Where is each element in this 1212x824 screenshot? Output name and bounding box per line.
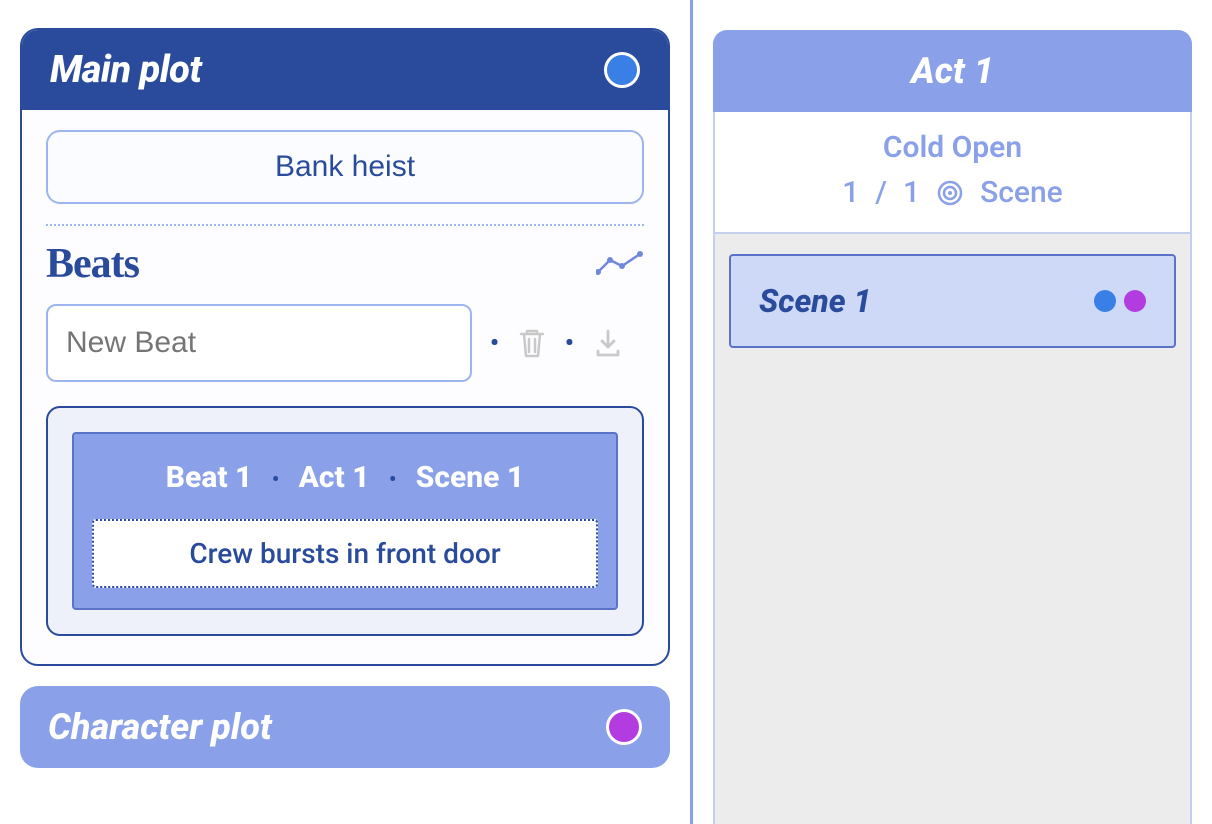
new-beat-input[interactable] (46, 304, 472, 382)
scene-dot-character (1124, 290, 1146, 312)
right-column: Act 1 Cold Open 1 / 1 Scene Scene 1 (693, 0, 1212, 824)
act-title: Act 1 (723, 50, 1182, 92)
breadcrumb-scene: Scene 1 (416, 460, 524, 495)
scene-plot-dots (1094, 290, 1146, 312)
beats-header-row: Beats (46, 240, 644, 288)
act-meta: Cold Open 1 / 1 Scene (713, 112, 1192, 234)
main-plot-title: Main plot (50, 48, 202, 92)
scene-unit: Scene (980, 175, 1063, 210)
beat-card-inner: Beat 1 • Act 1 • Scene 1 Crew bursts in … (72, 432, 618, 610)
scene-current: 1 (842, 175, 859, 210)
scene-total: 1 (903, 175, 920, 210)
scene-dot-main (1094, 290, 1116, 312)
main-plot-body: Beats • (22, 110, 668, 664)
act-counts: 1 / 1 Scene (725, 175, 1180, 210)
target-icon[interactable] (936, 179, 964, 207)
breadcrumb-sep: • (272, 467, 279, 491)
beats-label: Beats (46, 240, 139, 288)
breadcrumb-sep: • (389, 467, 396, 491)
scene-card[interactable]: Scene 1 (729, 254, 1176, 348)
beat-breadcrumb: Beat 1 • Act 1 • Scene 1 (92, 460, 598, 495)
character-plot-panel[interactable]: Character plot (20, 686, 670, 768)
plot-title-input[interactable] (46, 130, 644, 204)
scene-list: Scene 1 (713, 234, 1192, 824)
main-plot-header[interactable]: Main plot (22, 30, 668, 110)
trash-icon[interactable] (517, 326, 547, 360)
main-plot-color-indicator[interactable] (604, 52, 640, 88)
character-plot-title: Character plot (48, 706, 272, 748)
beat-description[interactable]: Crew bursts in front door (92, 519, 598, 588)
breadcrumb-act: Act 1 (299, 460, 370, 495)
main-plot-panel: Main plot Beats (20, 28, 670, 666)
character-plot-color-indicator[interactable] (606, 709, 642, 745)
beat-card[interactable]: Beat 1 • Act 1 • Scene 1 Crew bursts in … (46, 406, 644, 636)
graph-icon[interactable] (596, 250, 644, 278)
download-icon[interactable] (592, 327, 624, 359)
separator (46, 224, 644, 226)
act-subtitle: Cold Open (725, 130, 1180, 165)
dot-separator: • (565, 329, 574, 357)
scene-title: Scene 1 (759, 282, 871, 320)
breadcrumb-beat: Beat 1 (166, 460, 253, 495)
count-slash: / (875, 175, 887, 210)
act-header[interactable]: Act 1 (713, 30, 1192, 112)
new-beat-row: • • (46, 304, 644, 382)
left-column: Main plot Beats (0, 0, 690, 824)
dot-separator: • (490, 329, 499, 357)
